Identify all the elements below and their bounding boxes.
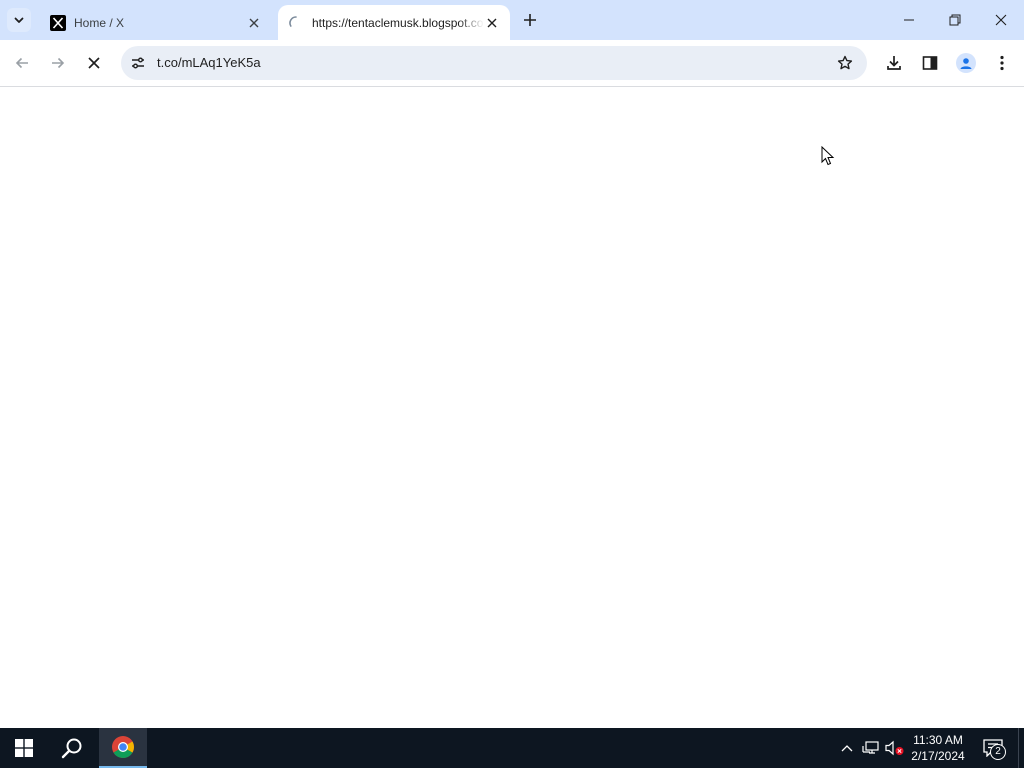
- close-window-button[interactable]: [978, 0, 1024, 40]
- url-input[interactable]: [157, 55, 757, 70]
- show-desktop-button[interactable]: [1018, 728, 1024, 768]
- clock-time: 11:30 AM: [913, 733, 963, 747]
- plus-icon: [524, 14, 536, 26]
- browser-toolbar: [0, 40, 1024, 87]
- clock-date: 2/17/2024: [911, 749, 965, 763]
- close-tab-icon[interactable]: [484, 15, 500, 31]
- minimize-button[interactable]: [886, 0, 932, 40]
- action-center-button[interactable]: 2: [978, 734, 1008, 762]
- show-hidden-icons-button[interactable]: [837, 738, 857, 758]
- chevron-down-icon: [14, 17, 24, 23]
- arrow-right-icon: [52, 57, 65, 69]
- restore-button[interactable]: [932, 0, 978, 40]
- minimize-icon: [904, 19, 914, 21]
- mouse-cursor-icon: [821, 146, 835, 166]
- address-bar[interactable]: [121, 46, 867, 80]
- close-icon: [995, 14, 1007, 26]
- new-tab-button[interactable]: [518, 8, 542, 32]
- more-vertical-icon: [1000, 55, 1004, 71]
- windows-taskbar: 11:30 AM 2/17/2024 2: [0, 728, 1024, 768]
- forward-button[interactable]: [44, 49, 72, 77]
- arrow-left-icon: [15, 57, 28, 69]
- network-tray-button[interactable]: [861, 738, 881, 758]
- avatar-icon: [956, 53, 976, 73]
- chrome-taskbar-button[interactable]: [99, 728, 147, 768]
- download-icon: [887, 56, 901, 70]
- tab-strip: Home / X https://tentaclemusk.blogspot.c…: [0, 0, 1024, 40]
- volume-muted-icon: [885, 740, 904, 756]
- profile-button[interactable]: [952, 49, 980, 77]
- system-clock[interactable]: 11:30 AM 2/17/2024: [906, 732, 970, 764]
- search-button[interactable]: [48, 728, 96, 768]
- chrome-icon: [112, 736, 134, 758]
- side-panel-button[interactable]: [916, 49, 944, 77]
- close-icon: [88, 57, 100, 69]
- stop-loading-button[interactable]: [80, 49, 108, 77]
- windows-logo-icon: [15, 739, 33, 757]
- menu-button[interactable]: [988, 49, 1016, 77]
- close-tab-icon[interactable]: [246, 15, 262, 31]
- page-content: [0, 87, 1024, 728]
- tab-search-button[interactable]: [7, 8, 31, 32]
- bookmark-star-icon[interactable]: [835, 53, 855, 73]
- search-icon: [61, 738, 82, 759]
- loading-spinner-icon: [288, 15, 304, 31]
- side-panel-icon: [922, 56, 938, 70]
- chevron-up-icon: [841, 745, 853, 752]
- start-button[interactable]: [0, 728, 48, 768]
- tab-title: https://tentaclemusk.blogspot.com: [312, 15, 484, 30]
- site-settings-icon[interactable]: [128, 53, 148, 73]
- x-logo-icon: [50, 14, 66, 31]
- back-button[interactable]: [8, 49, 36, 77]
- network-icon: [862, 741, 879, 754]
- downloads-button[interactable]: [880, 49, 908, 77]
- notification-count-badge: 2: [990, 744, 1006, 760]
- restore-icon: [949, 14, 961, 26]
- tab-title: Home / X: [74, 15, 125, 30]
- tab-home-x[interactable]: Home / X: [40, 5, 272, 40]
- volume-tray-button[interactable]: [885, 738, 905, 758]
- tab-tentaclemusk[interactable]: https://tentaclemusk.blogspot.com: [278, 5, 510, 40]
